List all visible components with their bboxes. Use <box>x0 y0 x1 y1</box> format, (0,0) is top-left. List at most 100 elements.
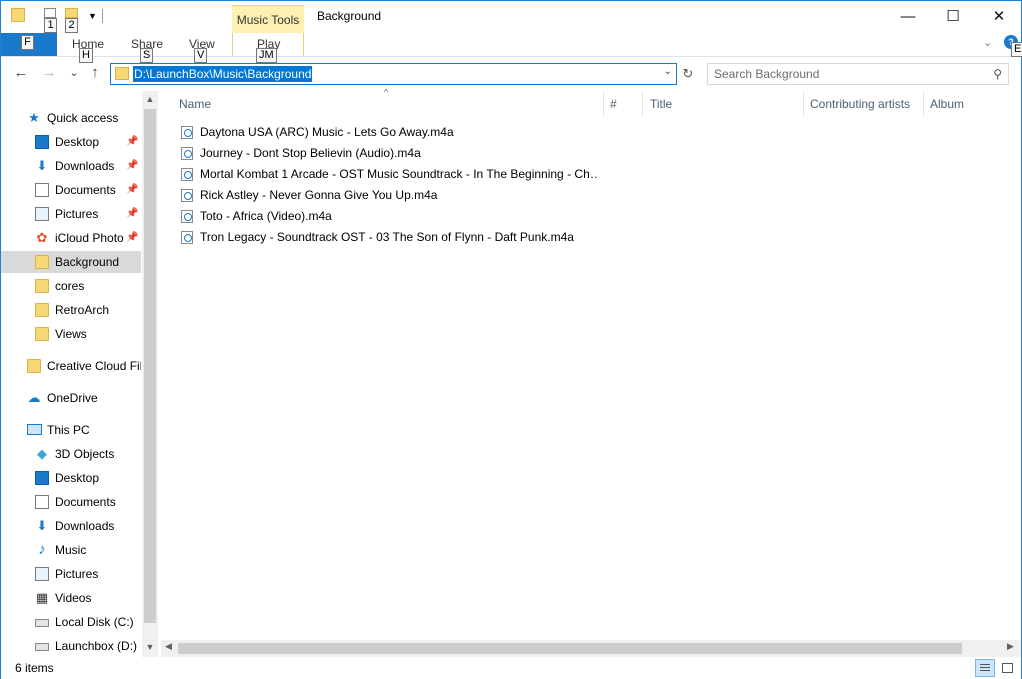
icloud-photos-icon: ✿ <box>36 230 48 245</box>
scroll-left-icon[interactable]: ◀ <box>165 641 172 652</box>
column-divider[interactable] <box>803 91 804 117</box>
sidebar-item-views[interactable]: Views <box>1 323 141 345</box>
column-divider[interactable] <box>603 91 604 117</box>
audio-file-icon <box>181 189 193 202</box>
address-path[interactable]: D:\LaunchBox\Music\Background <box>133 66 313 82</box>
sidebar-item-label: Documents <box>55 183 116 197</box>
column-header-name[interactable]: Name <box>179 97 211 111</box>
sidebar-item-pc-pictures[interactable]: Pictures <box>1 563 141 585</box>
sidebar-item-pc-desktop[interactable]: Desktop <box>1 467 141 489</box>
videos-icon: ▦ <box>35 590 49 605</box>
expand-ribbon-button[interactable]: ⌄ <box>983 36 992 49</box>
file-list-horizontal-scrollbar[interactable]: ◀ ▶ <box>161 640 1021 657</box>
file-row[interactable]: Mortal Kombat 1 Arcade - OST Music Sound… <box>179 164 599 185</box>
window-title: Background <box>317 9 382 23</box>
documents-icon <box>35 495 49 509</box>
pictures-icon <box>35 207 49 221</box>
navigation-pane: ★ Quick access Desktop 📌 ⬇ Downloads 📌 D… <box>1 91 158 657</box>
tab-file[interactable]: F <box>1 33 57 56</box>
sidebar-item-documents[interactable]: Documents 📌 <box>1 179 141 201</box>
column-divider[interactable] <box>642 91 643 117</box>
pin-icon: 📌 <box>126 184 139 195</box>
customize-qat-button[interactable]: ▼ <box>88 11 97 21</box>
scrollbar-thumb[interactable] <box>178 643 962 654</box>
file-list: ^ Name # Title Contributing artists Albu… <box>161 87 1021 640</box>
large-icons-view-button[interactable] <box>997 659 1017 677</box>
sidebar-item-onedrive[interactable]: ☁ OneDrive <box>1 387 141 409</box>
music-icon: ♪ <box>38 541 46 558</box>
sidebar-item-label: 3D Objects <box>55 447 115 461</box>
audio-file-icon <box>181 126 193 139</box>
sidebar-item-music[interactable]: ♪ Music <box>1 539 141 561</box>
sidebar-item-pc-downloads[interactable]: ⬇ Downloads <box>1 515 141 537</box>
sidebar-item-desktop[interactable]: Desktop 📌 <box>1 131 141 153</box>
maximize-button[interactable]: ☐ <box>930 1 976 32</box>
new-folder-icon <box>65 8 78 18</box>
details-view-button[interactable] <box>975 659 995 677</box>
scroll-up-icon[interactable]: ▲ <box>142 94 158 104</box>
file-row[interactable]: Toto - Africa (Video).m4a <box>179 206 599 227</box>
sidebar-item-icloud-photos[interactable]: ✿ iCloud Photo 📌 <box>1 227 141 249</box>
refresh-button[interactable]: ↻ <box>678 63 698 85</box>
sidebar-item-label: Videos <box>55 591 92 605</box>
sidebar-item-local-disk-c[interactable]: Local Disk (C:) <box>1 611 141 633</box>
sidebar-item-quick-access[interactable]: ★ Quick access <box>1 107 141 129</box>
minimize-button[interactable]: — <box>885 1 931 32</box>
sidebar-item-launchbox-d[interactable]: Launchbox (D:) <box>1 635 141 657</box>
search-box[interactable]: ⚲ <box>707 63 1009 85</box>
sidebar-item-creative-cloud[interactable]: Creative Cloud Fil <box>1 355 141 377</box>
close-button[interactable]: ✕ <box>976 1 1022 32</box>
recent-locations-button[interactable]: ⌄ <box>64 66 84 79</box>
up-button[interactable]: ↑ <box>85 64 105 81</box>
folder-icon <box>115 67 129 80</box>
maximize-icon: ☐ <box>946 8 960 25</box>
address-bar[interactable]: D:\LaunchBox\Music\Background ⌄ <box>110 63 677 85</box>
sidebar-item-label: Local Disk (C:) <box>55 615 134 629</box>
keytip-2: 2 <box>65 18 78 33</box>
column-header-number[interactable]: # <box>610 97 617 111</box>
sidebar-item-this-pc[interactable]: This PC <box>1 419 141 441</box>
forward-button[interactable]: → <box>39 64 59 81</box>
sidebar-item-pictures[interactable]: Pictures 📌 <box>1 203 141 225</box>
file-row[interactable]: Daytona USA (ARC) Music - Lets Go Away.m… <box>179 122 599 143</box>
explorer-window: 1 2 ▼ Music Tools Background — ☐ ✕ F Hom… <box>0 0 1022 679</box>
scroll-right-icon[interactable]: ▶ <box>1007 641 1014 652</box>
search-input[interactable] <box>714 66 984 82</box>
sidebar-item-videos[interactable]: ▦ Videos <box>1 587 141 609</box>
audio-file-icon <box>181 210 193 223</box>
pin-icon: 📌 <box>126 160 139 171</box>
qat-separator <box>102 9 103 23</box>
keytip-help: E <box>1011 42 1022 57</box>
file-row[interactable]: Journey - Dont Stop Believin (Audio).m4a <box>179 143 599 164</box>
navigation-pane-scrollbar[interactable]: ▲ ▼ <box>142 91 158 657</box>
large-icons-view-icon <box>1002 663 1013 673</box>
column-header-title[interactable]: Title <box>650 97 672 111</box>
folder-icon <box>35 327 49 341</box>
sidebar-item-cores[interactable]: cores <box>1 275 141 297</box>
sidebar-item-background[interactable]: Background <box>1 251 141 273</box>
folder-icon <box>35 255 49 269</box>
column-header-album[interactable]: Album <box>930 97 964 111</box>
sidebar-item-downloads[interactable]: ⬇ Downloads 📌 <box>1 155 141 177</box>
sidebar-item-3d-objects[interactable]: ◆ 3D Objects <box>1 443 141 465</box>
sidebar-item-retroarch[interactable]: RetroArch <box>1 299 141 321</box>
minimize-icon: — <box>900 8 916 25</box>
sidebar-item-label: Pictures <box>55 567 99 581</box>
sidebar-item-pc-documents[interactable]: Documents <box>1 491 141 513</box>
chevron-down-icon[interactable]: ⌄ <box>664 66 672 77</box>
column-header-contributing-artists[interactable]: Contributing artists <box>810 97 910 111</box>
file-row[interactable]: Tron Legacy - Soundtrack OST - 03 The So… <box>179 227 599 248</box>
pin-icon: 📌 <box>126 136 139 147</box>
pin-icon: 📌 <box>126 208 139 219</box>
scrollbar-thumb[interactable] <box>144 109 156 623</box>
file-row[interactable]: Rick Astley - Never Gonna Give You Up.m4… <box>179 185 599 206</box>
back-button[interactable]: ← <box>11 64 31 81</box>
sidebar-item-label: Creative Cloud Fil <box>47 359 141 373</box>
star-icon: ★ <box>28 110 40 125</box>
file-name: Journey - Dont Stop Believin (Audio).m4a <box>200 146 421 160</box>
scroll-down-icon[interactable]: ▼ <box>142 642 158 652</box>
drive-icon <box>35 643 49 651</box>
column-divider[interactable] <box>923 91 924 117</box>
search-icon[interactable]: ⚲ <box>993 67 1002 81</box>
creative-cloud-icon <box>27 359 41 373</box>
